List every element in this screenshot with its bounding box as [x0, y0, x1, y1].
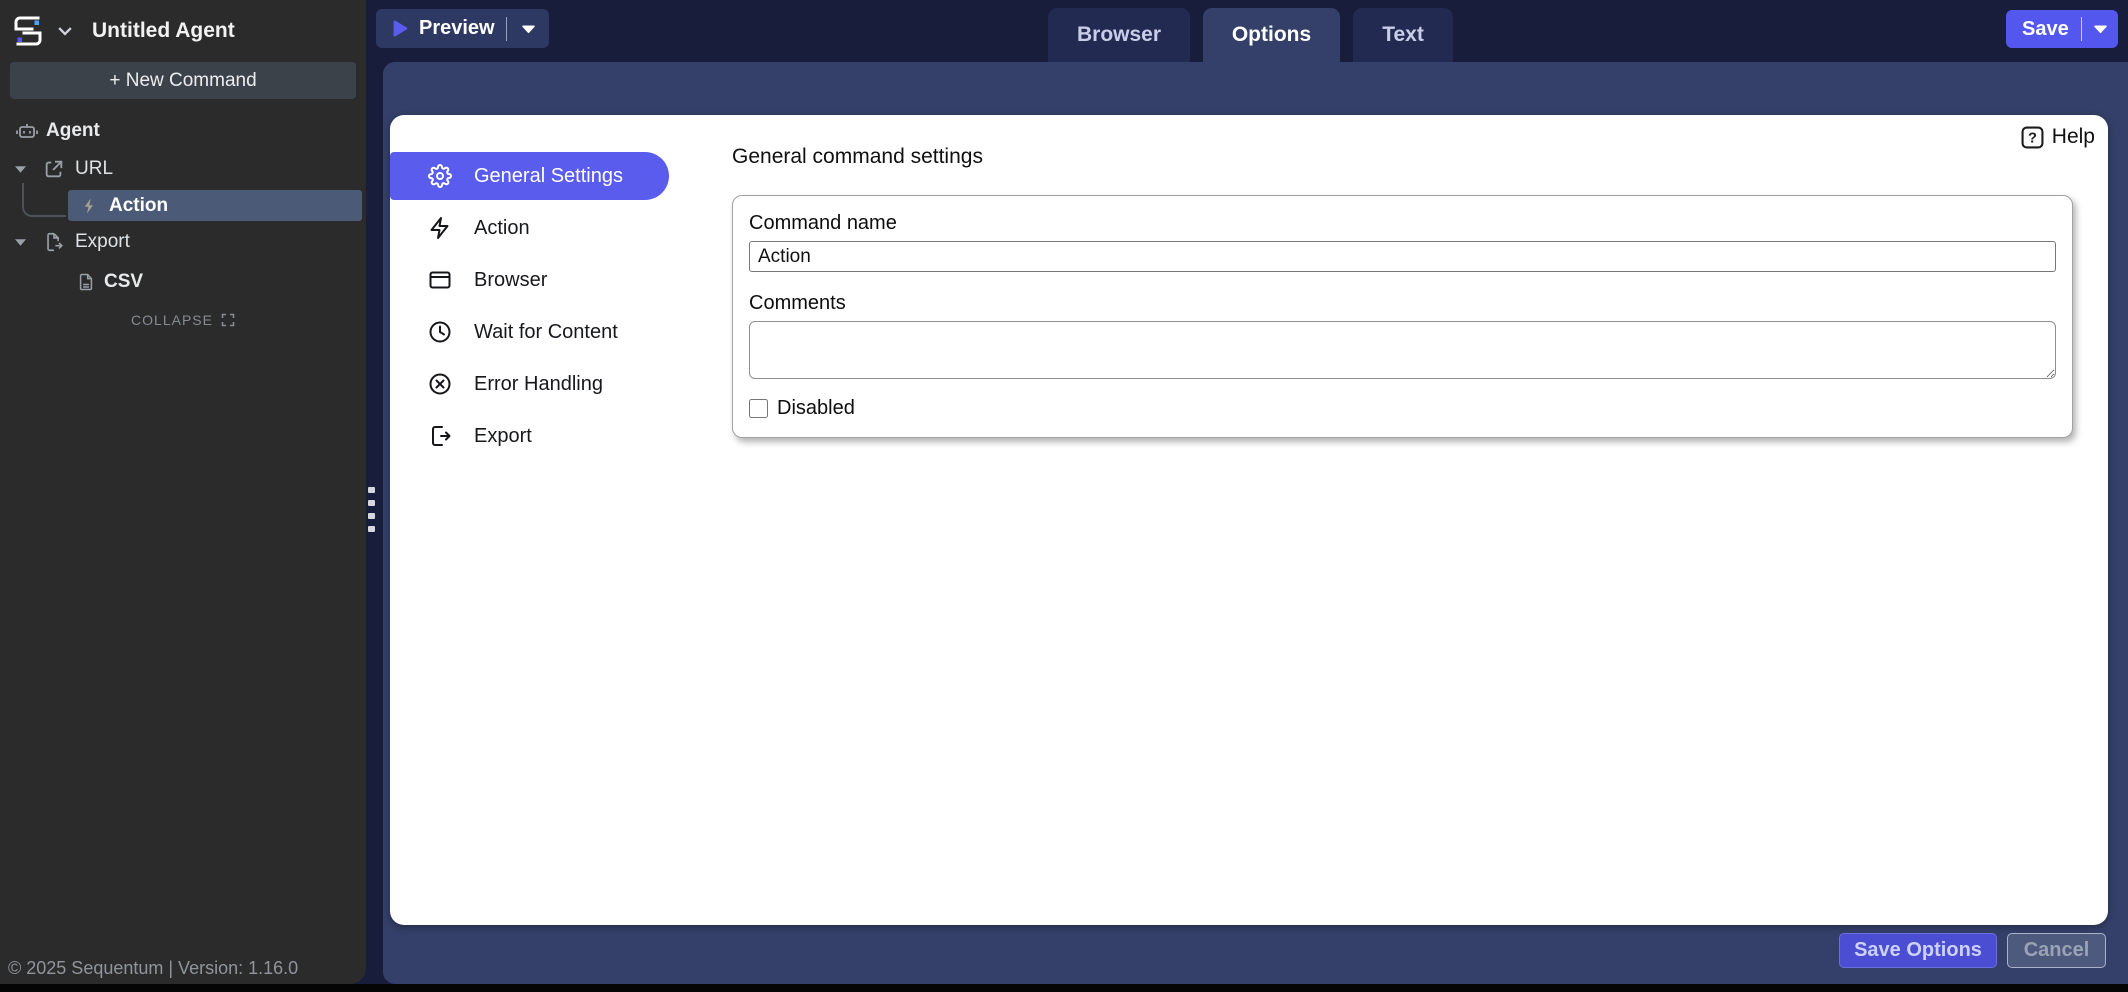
nav-item-wait-for-content[interactable]: Wait for Content [390, 308, 690, 356]
question-box-icon: ? [2021, 126, 2044, 149]
tree-item-label: Agent [46, 120, 100, 142]
robot-icon [14, 119, 40, 143]
preview-dropdown-button[interactable] [507, 9, 549, 48]
nav-item-label: General Settings [474, 165, 623, 188]
save-dropdown-button[interactable] [2082, 10, 2118, 48]
tree-item-csv[interactable]: CSV [0, 268, 366, 296]
preview-label: Preview [419, 17, 495, 40]
settings-nav: General Settings Action Browser Wait for… [390, 152, 690, 464]
play-icon [393, 20, 408, 37]
cancel-button[interactable]: Cancel [2007, 933, 2106, 968]
tree-item-label: URL [75, 158, 113, 180]
collapse-label: COLLAPSE [131, 312, 213, 328]
options-content-area: ? Help General Settings Action [383, 62, 2128, 984]
command-name-input[interactable] [749, 241, 2056, 272]
version-footer: © 2025 Sequentum | Version: 1.16.0 [8, 958, 298, 979]
disabled-checkbox-row: Disabled [749, 397, 2056, 420]
expand-caret-icon[interactable] [14, 166, 26, 173]
tree-item-label: Export [75, 231, 130, 253]
sidebar-header: Untitled Agent [0, 0, 366, 52]
caret-down-icon [522, 25, 535, 33]
comments-label: Comments [749, 292, 2056, 315]
help-button[interactable]: ? Help [2021, 125, 2095, 149]
nav-item-general-settings[interactable]: General Settings [390, 152, 669, 200]
save-label: Save [2022, 18, 2069, 41]
comments-textarea[interactable] [749, 321, 2056, 379]
expand-brackets-icon [221, 313, 235, 327]
export-arrow-icon [428, 424, 452, 448]
expand-caret-icon[interactable] [14, 239, 26, 246]
section-heading: General command settings [732, 145, 983, 169]
nav-item-action[interactable]: Action [390, 204, 690, 252]
nav-item-label: Action [474, 217, 530, 240]
general-settings-card: Command name Comments Disabled [732, 195, 2073, 438]
disabled-label: Disabled [777, 397, 855, 420]
circle-x-icon [428, 372, 452, 396]
nav-item-label: Export [474, 425, 532, 448]
bolt-icon [428, 216, 452, 240]
clock-icon [428, 320, 452, 344]
tree-item-url[interactable]: URL [0, 155, 366, 183]
tab-browser[interactable]: Browser [1048, 8, 1190, 62]
caret-down-icon [2094, 25, 2107, 33]
options-panel: ? Help General Settings Action [390, 115, 2108, 925]
nav-item-label: Wait for Content [474, 321, 618, 344]
nav-item-browser[interactable]: Browser [390, 256, 690, 304]
top-bar: Preview Browser Options Text Save [366, 0, 2128, 62]
gear-icon [428, 164, 452, 188]
tree-item-label: CSV [104, 271, 143, 293]
bottom-edge-strip [0, 984, 2128, 992]
nav-item-error-handling[interactable]: Error Handling [390, 360, 690, 408]
sequentum-logo-icon[interactable] [8, 11, 48, 51]
command-tree: Agent URL Action Export [0, 117, 366, 330]
disabled-checkbox[interactable] [749, 399, 768, 418]
browser-window-icon [428, 268, 452, 292]
tree-item-agent[interactable]: Agent [0, 117, 366, 145]
tab-text[interactable]: Text [1353, 8, 1453, 62]
nav-item-label: Error Handling [474, 373, 603, 396]
command-name-label: Command name [749, 212, 897, 234]
save-options-button[interactable]: Save Options [1839, 933, 1997, 968]
tree-connector-line [22, 183, 66, 217]
save-button[interactable]: Save [2006, 10, 2118, 48]
nav-item-label: Browser [474, 269, 547, 292]
external-link-icon [43, 158, 65, 180]
view-tabs: Browser Options Text [1048, 8, 1453, 62]
agent-menu-chevron-down-icon[interactable] [58, 26, 72, 36]
lightning-icon [81, 196, 99, 216]
sidebar: Untitled Agent + New Command Agent URL [0, 0, 366, 984]
preview-button[interactable]: Preview [376, 9, 549, 48]
sidebar-resize-handle[interactable] [368, 487, 376, 539]
collapse-tree-button[interactable]: COLLAPSE [0, 310, 366, 330]
svg-text:?: ? [2028, 130, 2037, 146]
tree-item-action-selected[interactable]: Action [68, 190, 362, 221]
agent-title: Untitled Agent [92, 19, 235, 43]
tree-item-export[interactable]: Export [0, 228, 366, 256]
nav-item-export[interactable]: Export [390, 412, 690, 460]
panel-action-buttons: Save Options Cancel [1839, 933, 2106, 968]
new-command-button[interactable]: + New Command [10, 62, 356, 99]
file-export-icon [43, 231, 65, 253]
file-csv-icon [76, 271, 96, 293]
help-label: Help [2052, 125, 2095, 149]
tab-options[interactable]: Options [1203, 8, 1340, 62]
tree-item-label: Action [109, 195, 168, 217]
